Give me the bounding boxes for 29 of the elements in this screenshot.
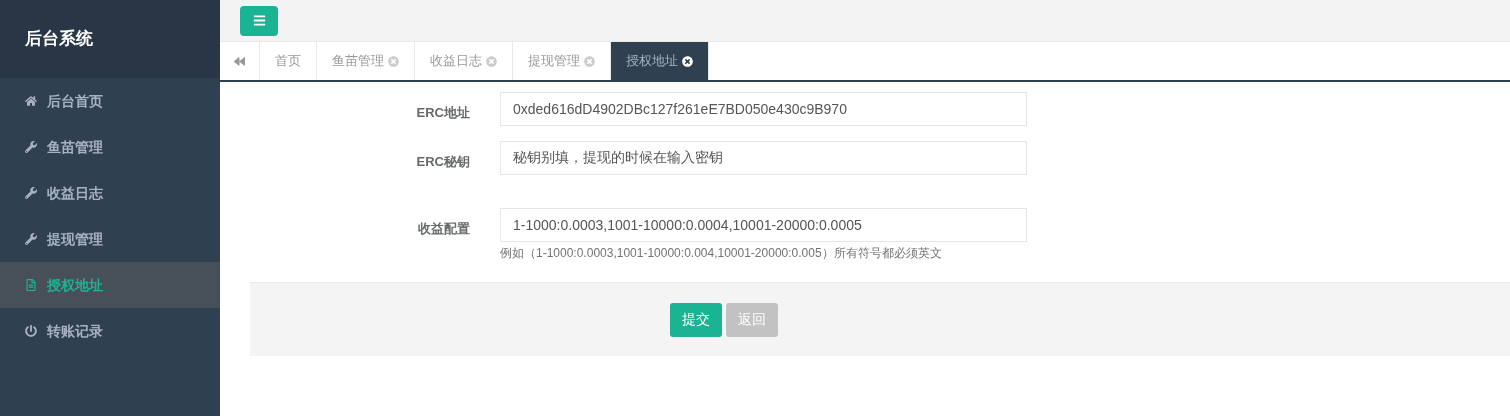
text-field[interactable]: 0xded616dD4902DBc127f261eE7BD050e430c9B970 bbox=[500, 92, 1027, 126]
wrench-icon bbox=[25, 187, 37, 199]
wrench-icon bbox=[25, 141, 37, 153]
double-chevron-left-icon bbox=[234, 55, 245, 67]
submit-button[interactable]: 提交 bbox=[670, 302, 722, 337]
field-label: ERC地址 bbox=[416, 105, 470, 120]
wrench-icon bbox=[25, 233, 37, 245]
page-tab[interactable]: 首页 bbox=[260, 42, 317, 80]
power-icon bbox=[25, 325, 37, 337]
sidebar-item[interactable]: 转账记录 bbox=[0, 308, 220, 354]
help-text: 例如（1-1000:0.0003,1001-10000:0.004,10001-20000:0.005）所有符号都必须英文 bbox=[500, 245, 943, 262]
page-tab[interactable]: 收益日志 bbox=[415, 42, 513, 80]
field-label: 收益配置 bbox=[418, 221, 470, 236]
text-field[interactable]: 秘钥别填，提现的时候在输入密钥 bbox=[500, 141, 1027, 175]
text-field[interactable]: 1-1000:0.0003,1001-10000:0.0004,10001-20000:0.0005 bbox=[500, 208, 1027, 242]
sidebar-item[interactable]: 收益日志 bbox=[0, 170, 220, 216]
menu-icon bbox=[252, 14, 266, 27]
page-tab[interactable]: 授权地址 bbox=[611, 42, 709, 80]
sidebar-item[interactable]: 提现管理 bbox=[0, 216, 220, 262]
sidebar-item[interactable]: 后台首页 bbox=[0, 78, 220, 124]
page-tab[interactable]: 鱼苗管理 bbox=[317, 42, 415, 80]
close-icon[interactable] bbox=[682, 55, 693, 67]
home-icon bbox=[25, 95, 37, 107]
field-label: ERC秘钥 bbox=[416, 154, 470, 169]
document-icon bbox=[25, 279, 37, 291]
sidebar-item[interactable]: 鱼苗管理 bbox=[0, 124, 220, 170]
sidebar-item[interactable]: 授权地址 bbox=[0, 262, 220, 308]
app-title: 后台系统 bbox=[25, 28, 93, 51]
menu-button[interactable] bbox=[240, 5, 278, 36]
